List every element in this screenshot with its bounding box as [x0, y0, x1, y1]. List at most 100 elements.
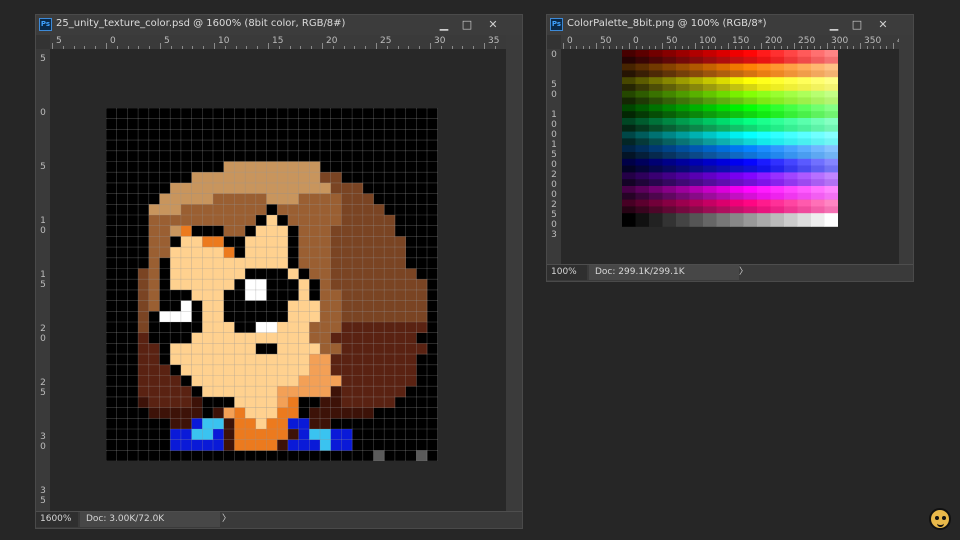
sprite-pixel [213, 429, 224, 440]
vertical-ruler[interactable]: 505101520253035 [36, 49, 51, 513]
sprite-pixel [148, 332, 160, 344]
palette-swatch [730, 56, 744, 64]
sprite-pixel [255, 279, 267, 291]
palette-swatch [743, 90, 758, 98]
pixel-sprite[interactable] [106, 108, 438, 462]
sprite-pixel [223, 172, 235, 184]
sprite-pixel [330, 375, 342, 387]
horizontal-ruler[interactable]: 5 0 5 10 15 20 25 30 35 [50, 35, 506, 50]
sprite-pixel [245, 279, 257, 291]
palette-swatch [635, 152, 650, 160]
status-menu-arrow[interactable]: 〉 [222, 512, 231, 527]
minimize-icon[interactable]: ▁ [823, 16, 845, 33]
ruler-label: 5 [40, 496, 46, 506]
sprite-pixel [266, 396, 278, 408]
palette-swatch [703, 118, 717, 126]
sprite-pixel [234, 193, 246, 205]
sprite-pixel [213, 172, 224, 184]
sprite-pixel [245, 289, 257, 301]
close-icon[interactable]: ✕ [482, 16, 504, 33]
sprite-pixel [394, 322, 406, 333]
sprite-pixel [266, 172, 278, 184]
sprite-pixel [330, 225, 342, 237]
ruler-label: 200 [765, 36, 783, 46]
sprite-pixel [266, 300, 278, 312]
sprite-pixel [341, 354, 353, 366]
sprite-pixel [320, 364, 331, 376]
palette-swatch [784, 104, 798, 112]
palette-swatch [757, 97, 771, 105]
title-bar[interactable]: Ps ColorPalette_8bit.png @ 100% (RGB/8*)… [547, 15, 913, 35]
palette-swatch [797, 131, 812, 139]
palette-swatch [784, 186, 798, 194]
sprite-pixel [255, 268, 267, 280]
sprite-pixel [309, 236, 321, 248]
sprite-pixel [330, 429, 342, 440]
palette-swatch [811, 192, 825, 200]
palette-swatch [797, 172, 812, 180]
sprite-pixel [234, 396, 246, 408]
palette-swatch [743, 172, 758, 180]
sprite-pixel [352, 204, 364, 216]
sprite-pixel [191, 375, 203, 387]
minimize-icon[interactable]: ▁ [433, 16, 455, 33]
sprite-pixel [341, 182, 353, 194]
sprite-pixel [138, 396, 150, 408]
color-palette-image[interactable] [622, 50, 838, 254]
sprite-pixel [394, 300, 406, 312]
horizontal-ruler[interactable]: 0500501001502002503003504 [561, 35, 899, 50]
sprite-pixel [394, 364, 406, 376]
palette-swatch [730, 172, 744, 180]
title-bar[interactable]: Ps 25_unity_texture_color.psd @ 1600% (8… [36, 15, 522, 35]
maximize-icon[interactable]: □ [456, 16, 478, 33]
vertical-scrollbar[interactable] [506, 35, 522, 513]
status-menu-arrow[interactable]: 〉 [739, 265, 748, 280]
sprite-pixel [202, 407, 214, 419]
document-window-palette[interactable]: Ps ColorPalette_8bit.png @ 100% (RGB/8*)… [546, 14, 914, 282]
sprite-pixel [180, 247, 192, 259]
zoom-level[interactable]: 1600% [36, 512, 78, 527]
sprite-pixel [287, 236, 299, 248]
sprite-pixel [223, 268, 235, 280]
sprite-pixel [341, 386, 353, 398]
palette-swatch [716, 172, 731, 180]
sprite-pixel [170, 289, 182, 301]
sprite-pixel [309, 386, 321, 398]
sprite-pixel [298, 407, 310, 419]
palette-swatch [784, 152, 798, 160]
palette-swatch [743, 138, 758, 146]
vertical-scrollbar[interactable] [899, 35, 913, 267]
sprite-pixel [191, 332, 203, 344]
close-icon[interactable]: ✕ [872, 16, 894, 33]
palette-swatch [703, 186, 717, 194]
palette-swatch [703, 206, 717, 214]
sprite-pixel [416, 343, 428, 355]
document-canvas[interactable] [561, 49, 899, 267]
palette-swatch [824, 131, 838, 139]
sprite-pixel [255, 386, 267, 398]
sprite-pixel [266, 375, 278, 387]
sprite-pixel [373, 386, 385, 398]
maximize-icon[interactable]: □ [846, 16, 868, 33]
palette-swatch [676, 97, 690, 105]
document-window-texture[interactable]: Ps 25_unity_texture_color.psd @ 1600% (8… [35, 14, 523, 529]
sprite-pixel [223, 247, 235, 259]
zoom-level[interactable]: 100% [547, 265, 587, 280]
palette-swatch [649, 77, 663, 85]
palette-swatch [662, 50, 677, 58]
sprite-pixel [245, 429, 257, 440]
palette-swatch [811, 158, 825, 166]
palette-swatch [770, 186, 785, 194]
sprite-pixel [255, 439, 267, 451]
vertical-ruler[interactable]: 0501001502002503 [547, 49, 562, 267]
sprite-pixel [277, 439, 289, 451]
palette-swatch [635, 206, 650, 214]
palette-swatch [689, 111, 704, 119]
palette-swatch [649, 56, 663, 64]
sprite-pixel [202, 354, 214, 366]
document-canvas[interactable] [50, 49, 506, 513]
sprite-pixel [191, 354, 203, 366]
sprite-pixel [298, 343, 310, 355]
palette-swatch [649, 104, 663, 112]
palette-swatch [757, 104, 771, 112]
